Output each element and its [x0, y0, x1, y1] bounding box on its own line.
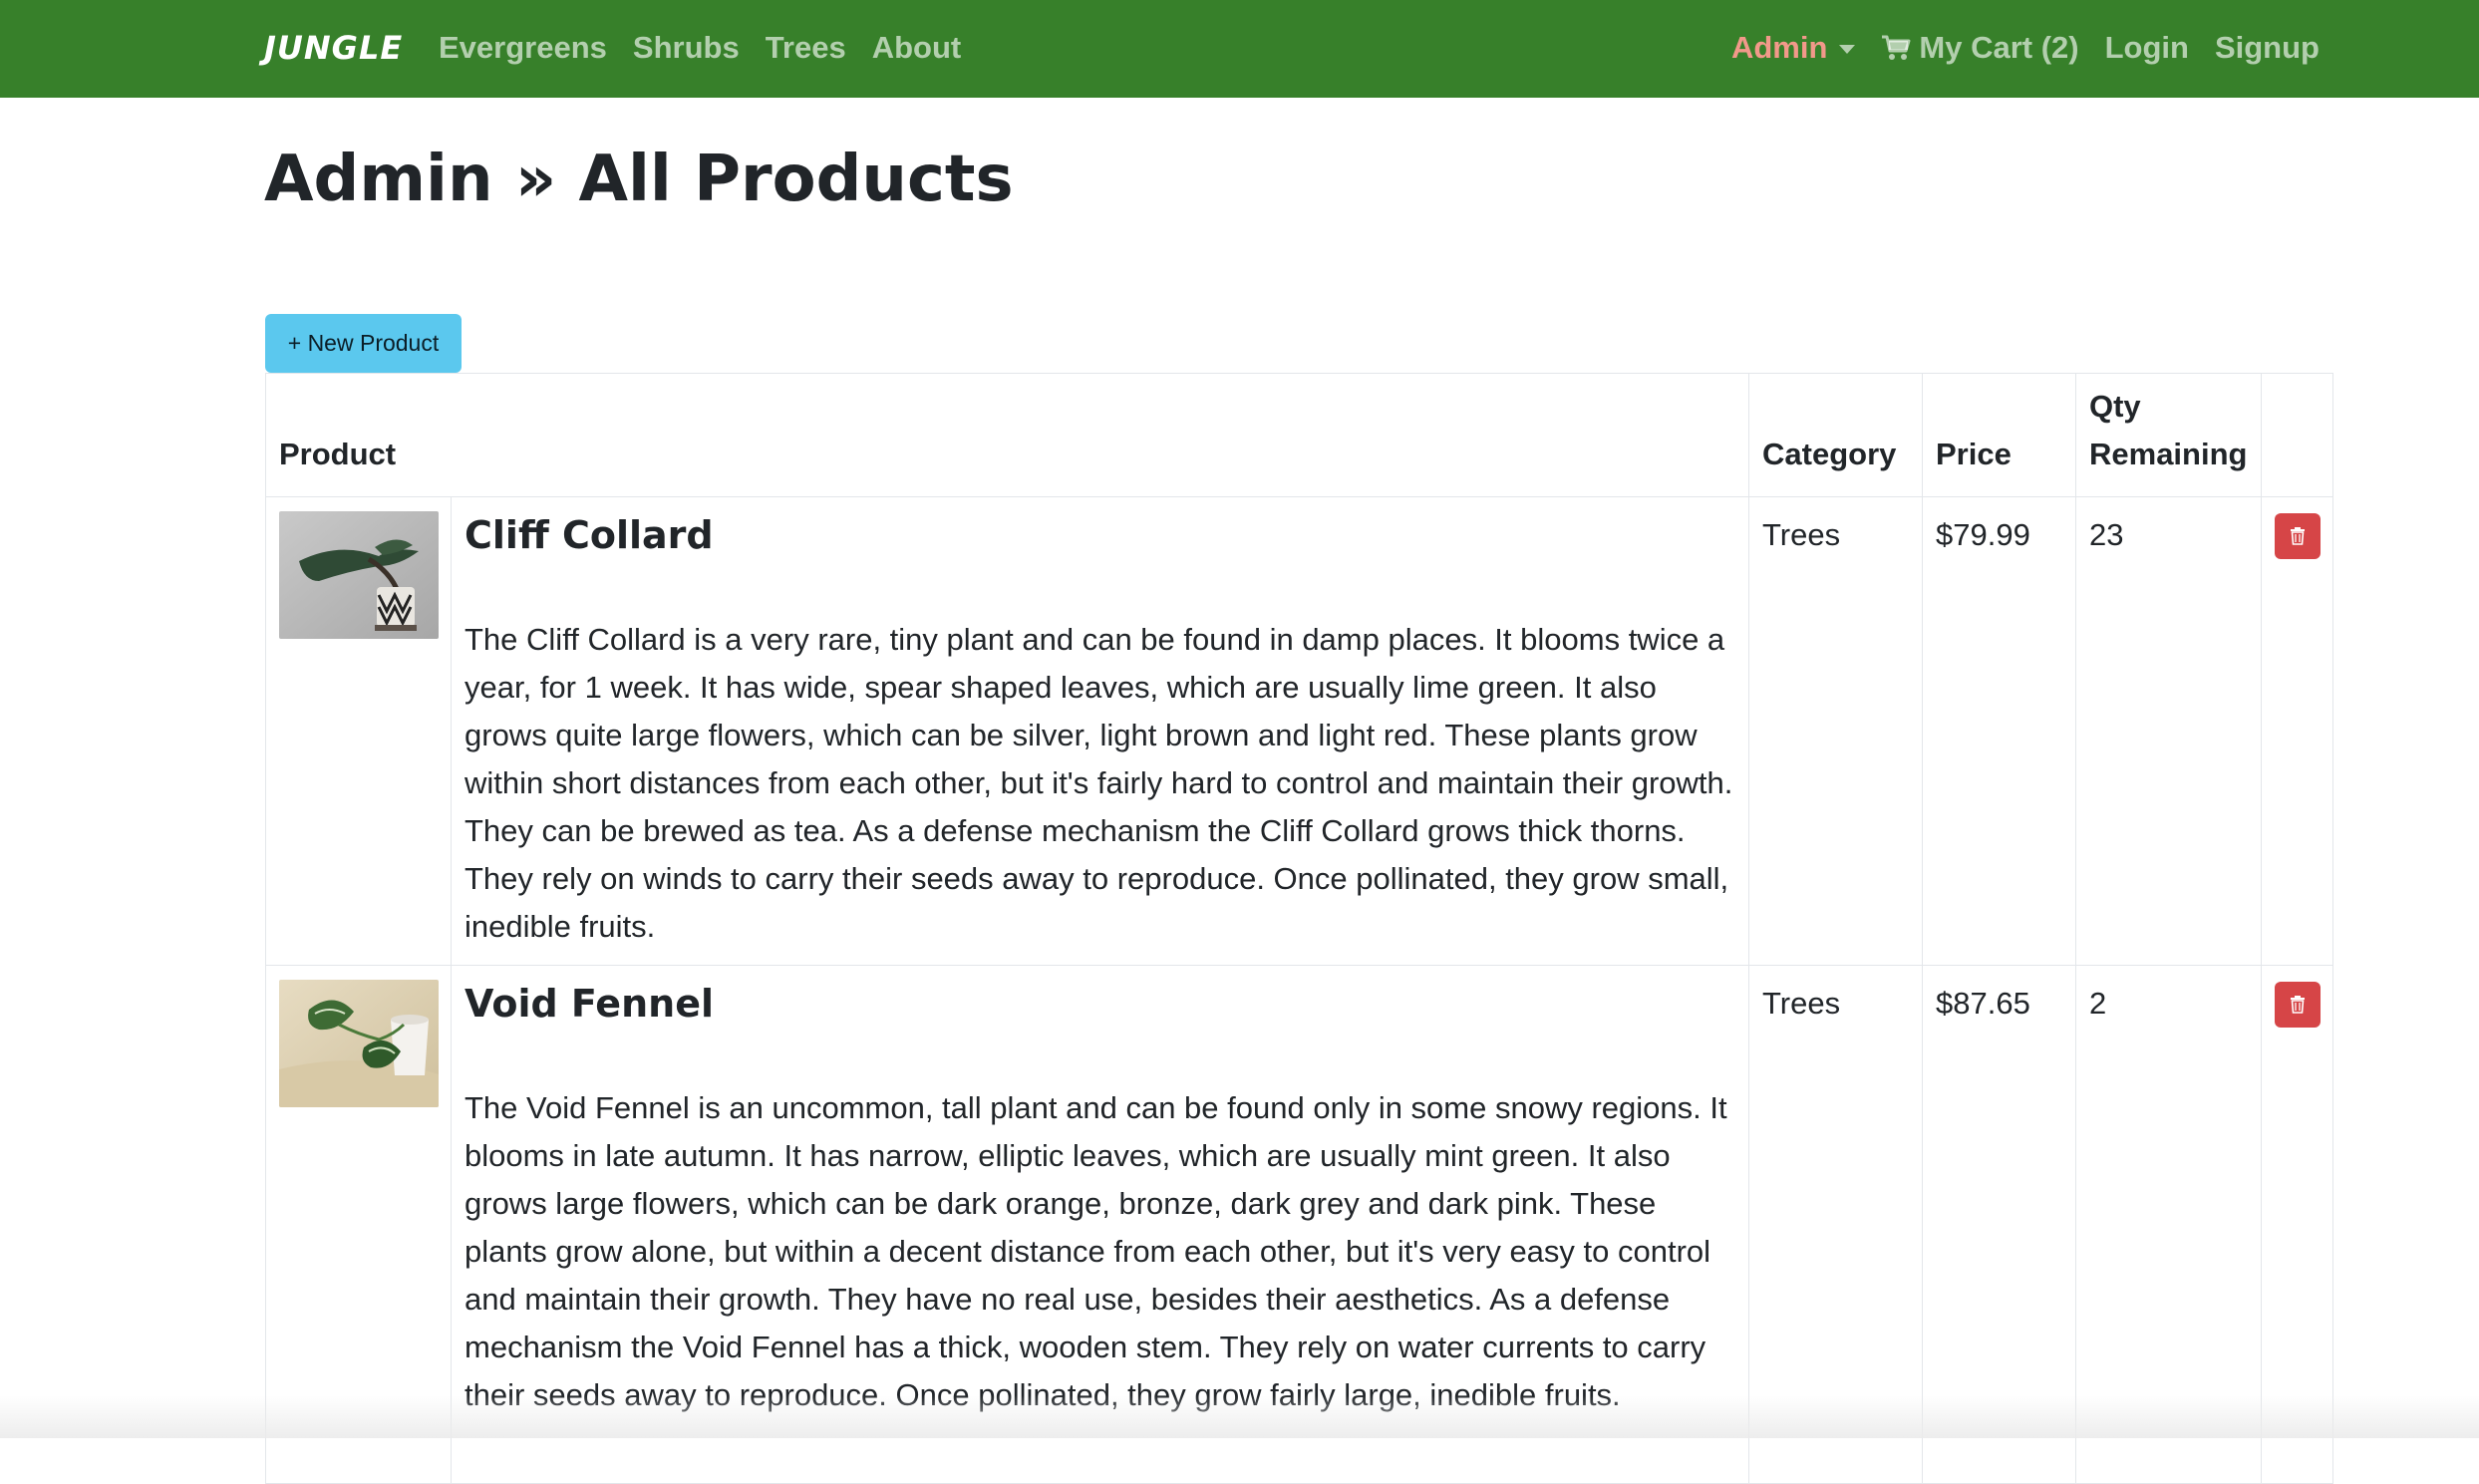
- actions-cell: [2261, 965, 2333, 1484]
- actions-cell: [2261, 496, 2333, 966]
- primary-nav: Evergreens Shrubs Trees About: [439, 27, 961, 69]
- product-category: Trees: [1762, 986, 1841, 1021]
- product-image-potted-plant[interactable]: [279, 980, 439, 1107]
- product-description: The Void Fennel is an uncommon, tall pla…: [465, 1090, 1727, 1412]
- nav-link-trees[interactable]: Trees: [766, 27, 846, 69]
- page-title: Admin » All Products: [264, 143, 1014, 216]
- delete-product-button[interactable]: [2275, 513, 2321, 559]
- top-navbar: JUNGLE Evergreens Shrubs Trees About Adm…: [0, 0, 2479, 98]
- price-cell: $87.65: [1922, 965, 2076, 1484]
- admin-label: Admin: [1730, 30, 1828, 65]
- nav-link-evergreens[interactable]: Evergreens: [439, 27, 607, 69]
- qty-cell: 23: [2075, 496, 2262, 966]
- product-qty-remaining: 23: [2089, 517, 2124, 552]
- category-cell: Trees: [1748, 965, 1923, 1484]
- table-row: Cliff Collard The Cliff Collard is a ver…: [265, 496, 2333, 966]
- category-cell: Trees: [1748, 496, 1923, 966]
- qty-cell: 2: [2075, 965, 2262, 1484]
- cart-label: My Cart (2): [1919, 30, 2079, 65]
- signup-link[interactable]: Signup: [2215, 27, 2320, 69]
- delete-product-button[interactable]: [2275, 982, 2321, 1028]
- table-header-row: Product Category Price Qty Remaining: [265, 373, 2333, 497]
- admin-dropdown-toggle[interactable]: Admin: [1730, 27, 1856, 69]
- product-thumbnail-cell: [265, 965, 452, 1484]
- product-info-cell: Void Fennel The Void Fennel is an uncomm…: [451, 965, 1749, 1484]
- product-name: Cliff Collard: [465, 513, 714, 557]
- product-thumbnail-cell: [265, 496, 452, 966]
- product-name: Void Fennel: [465, 982, 714, 1026]
- product-qty-remaining: 2: [2089, 986, 2107, 1021]
- column-header-qty-remaining: Qty Remaining: [2075, 373, 2262, 497]
- product-image-bonsai[interactable]: [279, 511, 439, 639]
- trash-icon: [2291, 527, 2305, 545]
- product-price: $87.65: [1936, 986, 2030, 1021]
- nav-link-about[interactable]: About: [872, 27, 962, 69]
- product-info-cell: Cliff Collard The Cliff Collard is a ver…: [451, 496, 1749, 966]
- nav-link-shrubs[interactable]: Shrubs: [633, 27, 740, 69]
- column-header-price: Price: [1922, 373, 2076, 497]
- brand-logo[interactable]: JUNGLE: [264, 28, 403, 68]
- table-row: Void Fennel The Void Fennel is an uncomm…: [265, 965, 2333, 1484]
- cart-link[interactable]: My Cart (2): [1881, 27, 2079, 69]
- products-table: Product Category Price Qty Remaining Cli…: [265, 373, 2333, 1484]
- new-product-button[interactable]: + New Product: [265, 314, 462, 373]
- trash-icon: [2291, 996, 2305, 1014]
- column-header-product: Product: [265, 373, 1749, 497]
- product-category: Trees: [1762, 517, 1841, 552]
- secondary-nav: Admin My Cart (2) Login Signup: [1731, 27, 2320, 69]
- chevron-down-icon: [1839, 44, 1856, 54]
- login-link[interactable]: Login: [2105, 27, 2189, 69]
- product-price: $79.99: [1936, 517, 2030, 552]
- column-header-actions: [2261, 373, 2333, 497]
- shopping-cart-icon: [1882, 35, 1911, 60]
- product-description: The Cliff Collard is a very rare, tiny p…: [465, 622, 1733, 944]
- column-header-category: Category: [1748, 373, 1923, 497]
- price-cell: $79.99: [1922, 496, 2076, 966]
